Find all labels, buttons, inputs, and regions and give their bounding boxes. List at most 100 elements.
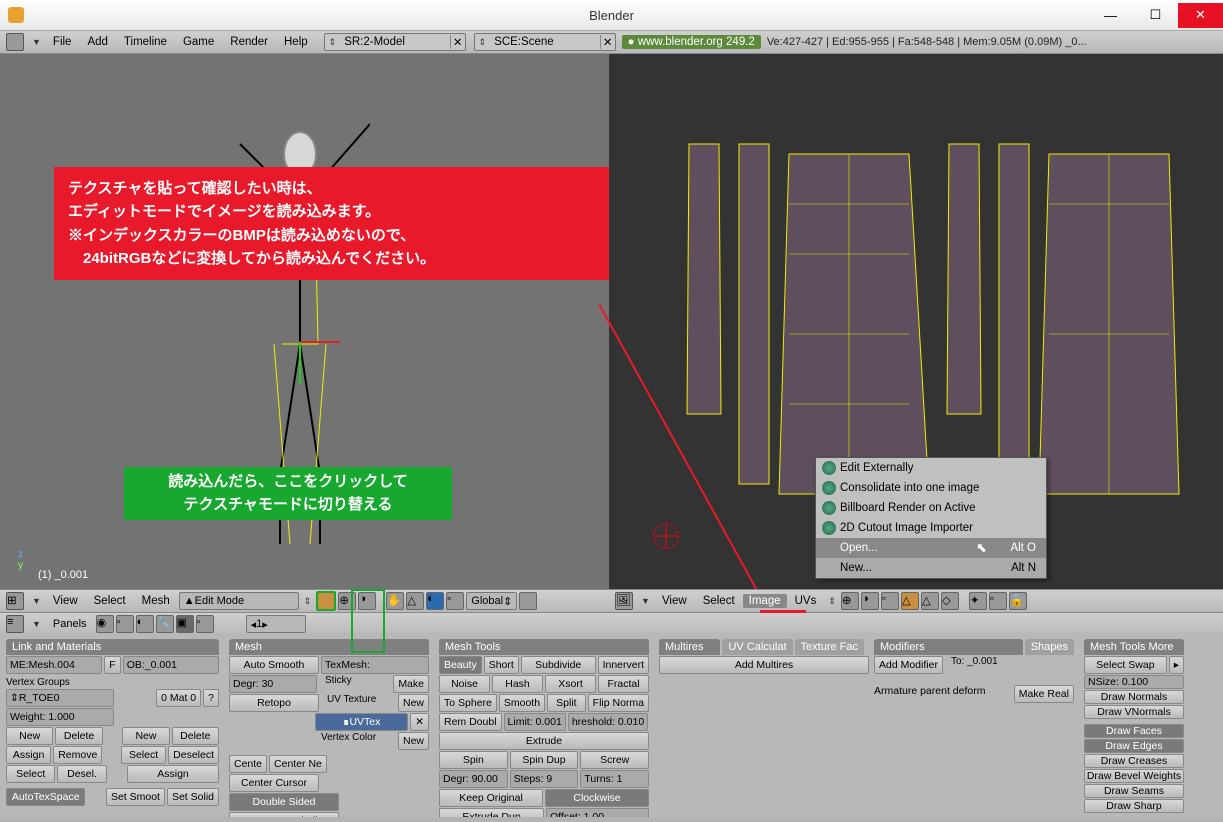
setsolid-button[interactable]: Set Solid [167,788,219,806]
3d-viewport[interactable]: テクスチャを貼って確認したい時は、エディットモードでイメージを読み込みます。※イ… [0,54,609,589]
buttons-type-icon[interactable]: ≡ [6,615,24,633]
delete-button[interactable]: Delete [55,727,102,745]
panels-label: Panels [53,618,87,630]
menu-2d-cutout[interactable]: 2D Cutout Image Importer [816,518,1046,538]
new-button[interactable]: New [6,727,53,745]
collapse-icon[interactable]: ▼ [32,37,41,47]
rotate-icon[interactable]: ◐ [426,592,444,610]
weight-field[interactable]: Weight: 1.000 [6,708,114,726]
draw-type-button[interactable] [316,591,336,611]
uv-editor[interactable]: Edit Externally Consolidate into one ima… [609,54,1223,589]
centre-button[interactable]: Cente [229,755,267,773]
ctx-object-icon[interactable]: 🔧 [156,615,174,633]
extrude-button[interactable]: Extrude [439,732,649,750]
centrecursor-button[interactable]: Center Cursor [229,774,319,792]
lock-icon[interactable]: 🔒 [1009,592,1027,610]
2d-cursor-icon [653,523,679,549]
subdivide-button[interactable]: Subdivide [521,656,596,674]
menu-view[interactable]: View [53,595,78,607]
sync-icon[interactable]: ◑ [861,592,879,610]
uv-vertex-icon[interactable]: ▫ [881,592,899,610]
add-multires-button[interactable]: Add Multires [659,656,869,674]
scene-selector[interactable]: ⇕SCE:Scene✕ [474,33,616,51]
remove-button[interactable]: Remove [53,746,102,764]
snap-icon[interactable]: ▫ [989,592,1007,610]
uv-face-icon[interactable]: △ [921,592,939,610]
make-button[interactable]: Make [393,675,429,693]
degr-field[interactable]: Degr: 30 [229,675,317,693]
ctx-script-icon[interactable]: ▫ [116,615,134,633]
centrenew-button[interactable]: Center Ne [269,755,327,773]
uv-island-icon[interactable]: ◇ [941,592,959,610]
menu-billboard[interactable]: Billboard Render on Active [816,498,1046,518]
menu-add[interactable]: Add [87,36,107,48]
make-real-button[interactable]: Make Real [1014,685,1074,703]
menu-select[interactable]: Select [94,595,126,607]
texmesh-field[interactable]: TexMesh: [321,656,429,674]
screen-x-icon[interactable]: ✕ [450,35,465,49]
add-modifier-button[interactable]: Add Modifier [874,656,943,674]
uvnew-button[interactable]: New [398,694,429,712]
menu-render[interactable]: Render [230,36,268,48]
ctx-shading-icon[interactable]: ◐ [136,615,154,633]
ctx-logic-icon[interactable]: ◉ [96,615,114,633]
q-button[interactable]: ? [203,689,219,707]
me-field[interactable]: ME:Mesh.004 [6,656,102,674]
maximize-button[interactable]: ☐ [1133,3,1178,28]
collapse-icon[interactable]: ▼ [641,596,650,606]
green-callout: 読み込んだら、ここをクリックしてテクスチャモードに切り替える [124,467,452,520]
menu-game[interactable]: Game [183,36,214,48]
manipulator-icon[interactable]: ✋ [386,592,404,610]
vg-selector[interactable]: ⇕ R_TOE0 [6,689,114,707]
menu-uvs[interactable]: UVs [795,595,817,607]
autosmooth-button[interactable]: Auto Smooth [229,656,319,674]
autotex-button[interactable]: AutoTexSpace [6,788,85,806]
layer-icon[interactable] [519,592,537,610]
ctx-editing-icon[interactable]: ▣ [176,615,194,633]
menu-select[interactable]: Select [703,595,735,607]
blender-url[interactable]: ● www.blender.org 249.2 [622,35,761,49]
retopo-button[interactable]: Retopo [229,694,319,712]
menu-view[interactable]: View [662,595,687,607]
scene-x-icon[interactable]: ✕ [600,35,615,49]
assign-button[interactable]: Assign [6,746,51,764]
doublesided-button[interactable]: Double Sided [229,793,339,811]
menu-mesh[interactable]: Mesh [142,595,170,607]
blender-icon [8,7,24,23]
uv-edge-icon[interactable]: △ [901,592,919,610]
ctx-scene-icon[interactable]: ▫ [196,615,214,633]
ob-field[interactable]: OB:_0.001 [123,656,219,674]
menu-open[interactable]: Open...⬉Alt O [816,538,1046,558]
select-button[interactable]: Select [6,765,55,783]
menu-image[interactable]: Image [743,594,787,608]
pivot-button[interactable]: ⊕ [338,592,356,610]
translate-icon[interactable]: △ [406,592,424,610]
scale-icon[interactable]: ▫ [446,592,464,610]
view3d-type-icon[interactable]: ⊞ [6,592,24,610]
menu-consolidate[interactable]: Consolidate into one image [816,478,1046,498]
menu-edit-externally[interactable]: Edit Externally [816,458,1046,478]
sticky-icon[interactable]: ✦ [969,592,987,610]
frame-field[interactable]: ◂ 1 ▸ [246,615,306,633]
window-type-icon[interactable] [6,33,24,51]
uvtex-slot[interactable]: ∎ UVTex [315,713,408,731]
uv-header: 🖼 ▼ View Select Image UVs ⇕ ⊕ ◑ ▫ △ △ ◇ … [609,589,1223,612]
lhs-button[interactable]: ◑ [358,592,376,610]
novnorm-button[interactable]: No V.Normal Flip [229,812,339,817]
desel-button[interactable]: Desel. [57,765,106,783]
mode-selector[interactable]: ▲ Edit Mode [179,592,299,610]
menu-new[interactable]: New...Alt N [816,558,1046,578]
menu-file[interactable]: File [53,36,72,48]
uveditor-type-icon[interactable]: 🖼 [615,592,633,610]
collapse-icon[interactable]: ▼ [32,596,41,606]
minimize-button[interactable]: — [1088,3,1133,28]
close-button[interactable]: ✕ [1178,3,1223,28]
mat-button[interactable]: 0 Mat 0 [156,689,201,707]
pivot-icon[interactable]: ⊕ [841,592,859,610]
orientation-selector[interactable]: Global ⇕ [466,592,517,610]
menu-help[interactable]: Help [284,36,308,48]
menu-timeline[interactable]: Timeline [124,36,167,48]
collapse-icon[interactable]: ▼ [32,619,41,629]
screen-selector[interactable]: ⇕SR:2-Model✕ [324,33,466,51]
setsmooth-button[interactable]: Set Smoot [106,788,165,806]
